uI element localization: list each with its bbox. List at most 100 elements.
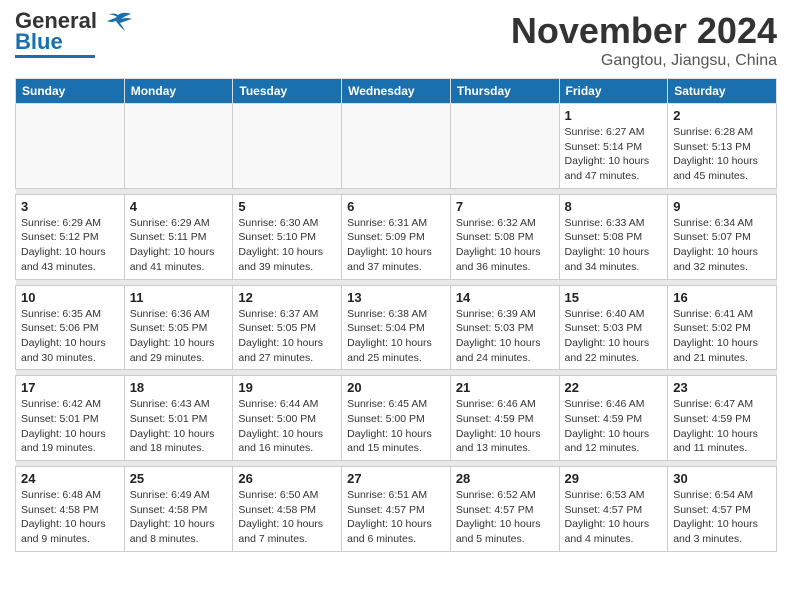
calendar-cell: 3 Sunrise: 6:29 AM Sunset: 5:12 PM Daylig… [16, 194, 125, 279]
day-info: Sunrise: 6:40 AM Sunset: 5:03 PM Dayligh… [565, 307, 663, 366]
day-info: Sunrise: 6:33 AM Sunset: 5:08 PM Dayligh… [565, 216, 663, 275]
calendar-cell: 12Sunrise: 6:37 AM Sunset: 5:05 PM Dayli… [233, 285, 342, 370]
calendar-cell [16, 104, 125, 189]
logo: General Blue [15, 10, 133, 58]
day-number: 5 [238, 199, 336, 214]
logo-underline [15, 55, 95, 58]
day-info: Sunrise: 6:48 AM Sunset: 4:58 PM Dayligh… [21, 488, 119, 547]
day-number: 7 [456, 199, 554, 214]
day-number: 25 [130, 471, 228, 486]
weekday-header-sunday: Sunday [16, 79, 125, 104]
calendar-cell: 23 Sunrise: 6:47 AM Sunset: 4:59 PM Dayli… [668, 376, 777, 461]
calendar-cell: 18Sunrise: 6:43 AM Sunset: 5:01 PM Dayli… [124, 376, 233, 461]
calendar-cell: 22 Sunrise: 6:46 AM Sunset: 4:59 PM Dayli… [559, 376, 668, 461]
week-row-2: 3 Sunrise: 6:29 AM Sunset: 5:12 PM Daylig… [16, 194, 777, 279]
calendar-cell: 25 Sunrise: 6:49 AM Sunset: 4:58 PM Dayli… [124, 467, 233, 552]
day-info: Sunrise: 6:46 AM Sunset: 4:59 PM Dayligh… [456, 397, 554, 456]
day-info: Sunrise: 6:36 AM Sunset: 5:05 PM Dayligh… [130, 307, 228, 366]
calendar-cell: 10 Sunrise: 6:35 AM Sunset: 5:06 PM Dayli… [16, 285, 125, 370]
location: Gangtou, Jiangsu, China [511, 52, 777, 70]
day-info: Sunrise: 6:45 AM Sunset: 5:00 PM Dayligh… [347, 397, 445, 456]
day-info: Sunrise: 6:27 AM Sunset: 5:14 PM Dayligh… [565, 125, 663, 184]
weekday-header-friday: Friday [559, 79, 668, 104]
calendar-cell [124, 104, 233, 189]
weekday-header-monday: Monday [124, 79, 233, 104]
day-info: Sunrise: 6:29 AM Sunset: 5:12 PM Dayligh… [21, 216, 119, 275]
day-info: Sunrise: 6:54 AM Sunset: 4:57 PM Dayligh… [673, 488, 771, 547]
day-info: Sunrise: 6:47 AM Sunset: 4:59 PM Dayligh… [673, 397, 771, 456]
title-area: November 2024 Gangtou, Jiangsu, China [511, 10, 777, 70]
calendar-cell: 24 Sunrise: 6:48 AM Sunset: 4:58 PM Dayli… [16, 467, 125, 552]
day-number: 20 [347, 380, 445, 395]
calendar-cell: 16 Sunrise: 6:41 AM Sunset: 5:02 PM Dayli… [668, 285, 777, 370]
day-number: 4 [130, 199, 228, 214]
day-number: 19 [238, 380, 336, 395]
day-info: Sunrise: 6:50 AM Sunset: 4:58 PM Dayligh… [238, 488, 336, 547]
day-number: 10 [21, 290, 119, 305]
calendar-cell: 9 Sunrise: 6:34 AM Sunset: 5:07 PM Daylig… [668, 194, 777, 279]
day-info: Sunrise: 6:41 AM Sunset: 5:02 PM Dayligh… [673, 307, 771, 366]
calendar-cell: 4 Sunrise: 6:29 AM Sunset: 5:11 PM Daylig… [124, 194, 233, 279]
calendar-cell: 11 Sunrise: 6:36 AM Sunset: 5:05 PM Dayli… [124, 285, 233, 370]
day-info: Sunrise: 6:51 AM Sunset: 4:57 PM Dayligh… [347, 488, 445, 547]
day-info: Sunrise: 6:35 AM Sunset: 5:06 PM Dayligh… [21, 307, 119, 366]
day-number: 12 [238, 290, 336, 305]
day-number: 26 [238, 471, 336, 486]
calendar-cell: 5 Sunrise: 6:30 AM Sunset: 5:10 PM Daylig… [233, 194, 342, 279]
day-number: 24 [21, 471, 119, 486]
day-number: 13 [347, 290, 445, 305]
day-number: 16 [673, 290, 771, 305]
calendar-cell: 14 Sunrise: 6:39 AM Sunset: 5:03 PM Dayli… [450, 285, 559, 370]
day-info: Sunrise: 6:46 AM Sunset: 4:59 PM Dayligh… [565, 397, 663, 456]
day-info: Sunrise: 6:53 AM Sunset: 4:57 PM Dayligh… [565, 488, 663, 547]
day-number: 14 [456, 290, 554, 305]
day-info: Sunrise: 6:39 AM Sunset: 5:03 PM Dayligh… [456, 307, 554, 366]
day-info: Sunrise: 6:43 AM Sunset: 5:01 PM Dayligh… [130, 397, 228, 456]
calendar-cell: 15Sunrise: 6:40 AM Sunset: 5:03 PM Dayli… [559, 285, 668, 370]
day-info: Sunrise: 6:28 AM Sunset: 5:13 PM Dayligh… [673, 125, 771, 184]
day-info: Sunrise: 6:30 AM Sunset: 5:10 PM Dayligh… [238, 216, 336, 275]
day-number: 27 [347, 471, 445, 486]
calendar-cell: 17Sunrise: 6:42 AM Sunset: 5:01 PM Dayli… [16, 376, 125, 461]
day-number: 17 [21, 380, 119, 395]
calendar-cell: 26 Sunrise: 6:50 AM Sunset: 4:58 PM Dayli… [233, 467, 342, 552]
calendar-cell: 13 Sunrise: 6:38 AM Sunset: 5:04 PM Dayli… [342, 285, 451, 370]
calendar-cell [342, 104, 451, 189]
day-number: 2 [673, 108, 771, 123]
weekday-header-tuesday: Tuesday [233, 79, 342, 104]
week-row-1: 1 Sunrise: 6:27 AM Sunset: 5:14 PM Daylig… [16, 104, 777, 189]
calendar-cell: 21 Sunrise: 6:46 AM Sunset: 4:59 PM Dayli… [450, 376, 559, 461]
day-info: Sunrise: 6:44 AM Sunset: 5:00 PM Dayligh… [238, 397, 336, 456]
day-number: 30 [673, 471, 771, 486]
calendar-cell: 19 Sunrise: 6:44 AM Sunset: 5:00 PM Dayli… [233, 376, 342, 461]
calendar-cell: 20 Sunrise: 6:45 AM Sunset: 5:00 PM Dayli… [342, 376, 451, 461]
week-row-3: 10 Sunrise: 6:35 AM Sunset: 5:06 PM Dayli… [16, 285, 777, 370]
day-info: Sunrise: 6:52 AM Sunset: 4:57 PM Dayligh… [456, 488, 554, 547]
day-number: 3 [21, 199, 119, 214]
day-number: 22 [565, 380, 663, 395]
calendar-cell: 1 Sunrise: 6:27 AM Sunset: 5:14 PM Daylig… [559, 104, 668, 189]
day-number: 8 [565, 199, 663, 214]
day-info: Sunrise: 6:29 AM Sunset: 5:11 PM Dayligh… [130, 216, 228, 275]
day-number: 1 [565, 108, 663, 123]
day-info: Sunrise: 6:32 AM Sunset: 5:08 PM Dayligh… [456, 216, 554, 275]
day-number: 9 [673, 199, 771, 214]
day-info: Sunrise: 6:34 AM Sunset: 5:07 PM Dayligh… [673, 216, 771, 275]
day-number: 11 [130, 290, 228, 305]
logo-blue-text: Blue [15, 31, 63, 53]
header: General Blue November 2024 Gangtou, Jian… [15, 10, 777, 70]
day-info: Sunrise: 6:49 AM Sunset: 4:58 PM Dayligh… [130, 488, 228, 547]
calendar-cell: 7 Sunrise: 6:32 AM Sunset: 5:08 PM Daylig… [450, 194, 559, 279]
day-number: 6 [347, 199, 445, 214]
calendar-cell [233, 104, 342, 189]
day-number: 23 [673, 380, 771, 395]
calendar-cell: 6Sunrise: 6:31 AM Sunset: 5:09 PM Daylig… [342, 194, 451, 279]
weekday-header-row: SundayMondayTuesdayWednesdayThursdayFrid… [16, 79, 777, 104]
calendar-cell: 29 Sunrise: 6:53 AM Sunset: 4:57 PM Dayli… [559, 467, 668, 552]
day-number: 29 [565, 471, 663, 486]
calendar-cell [450, 104, 559, 189]
day-number: 28 [456, 471, 554, 486]
day-info: Sunrise: 6:38 AM Sunset: 5:04 PM Dayligh… [347, 307, 445, 366]
weekday-header-wednesday: Wednesday [342, 79, 451, 104]
day-number: 21 [456, 380, 554, 395]
